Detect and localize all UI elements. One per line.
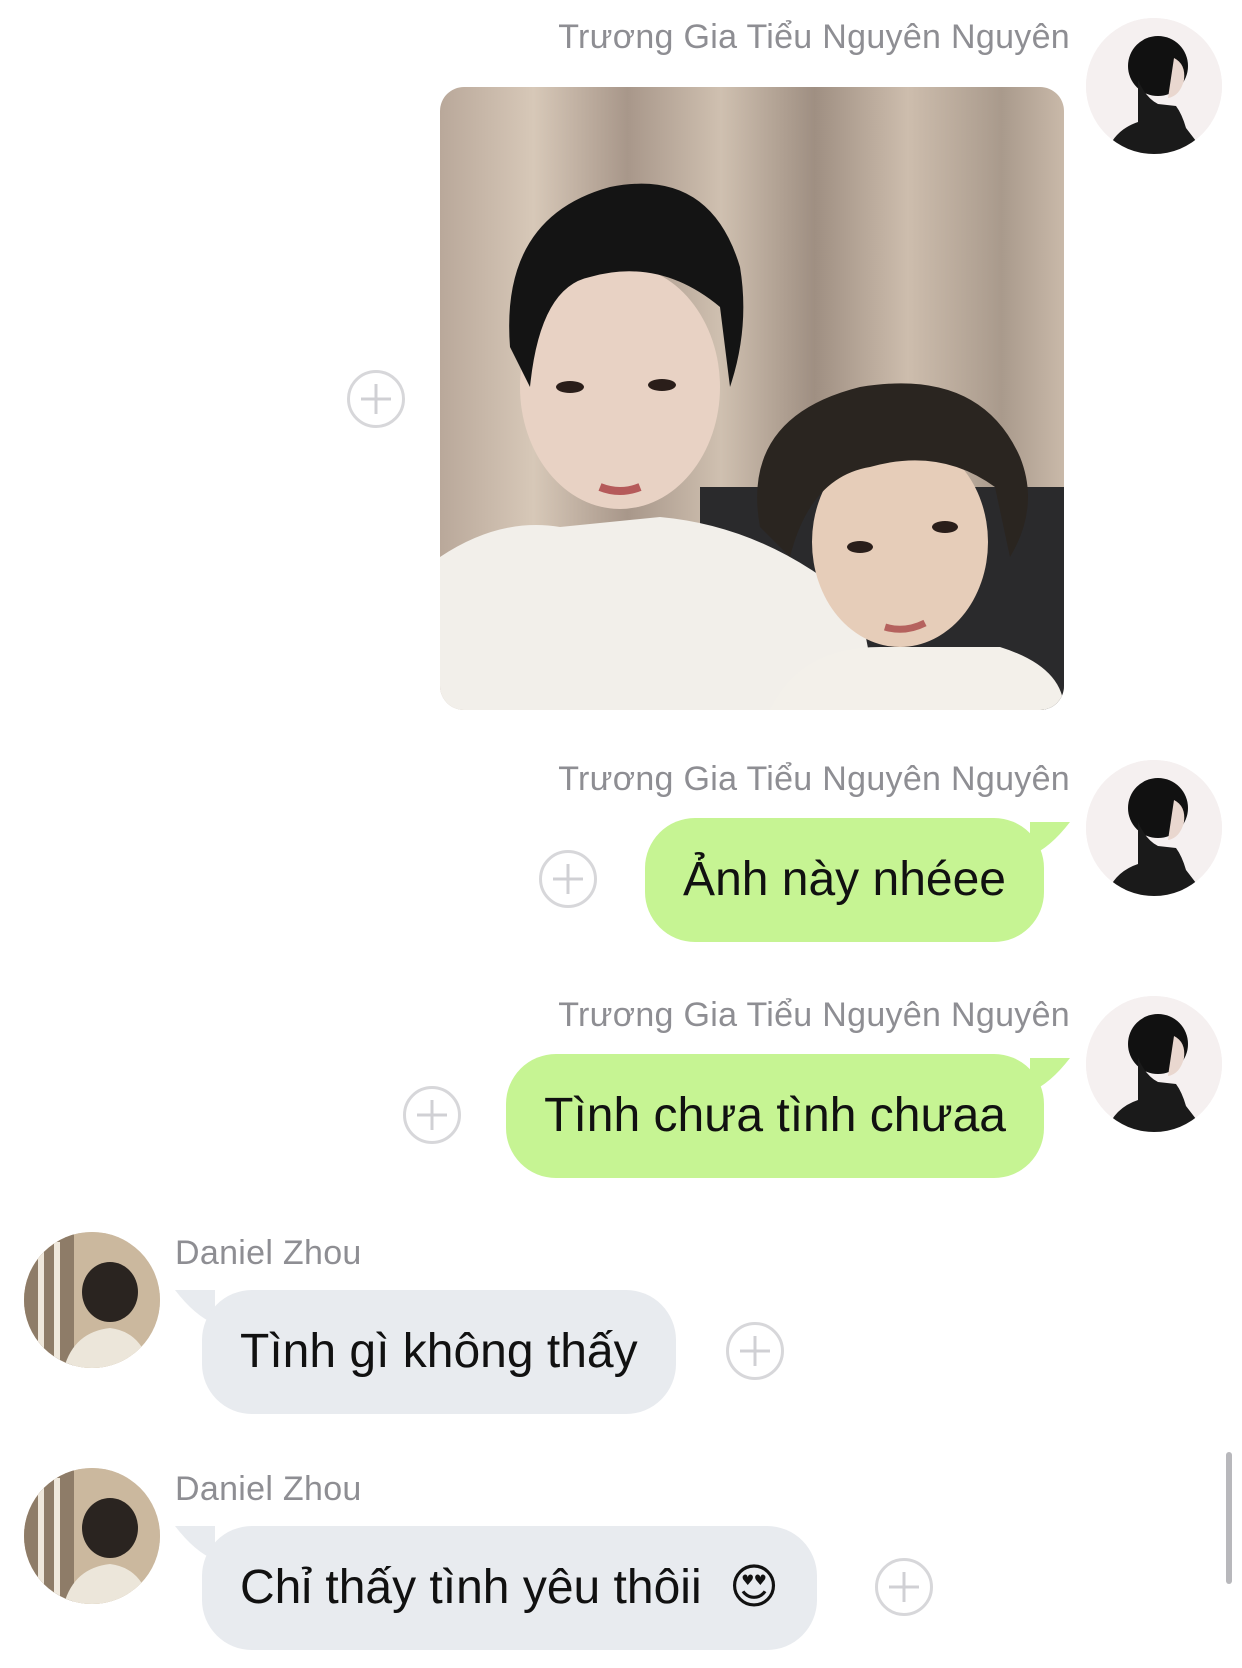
- message-bubble[interactable]: Chỉ thấy tình yêu thôii 😍: [202, 1526, 817, 1650]
- add-reaction-icon[interactable]: [875, 1558, 933, 1616]
- add-reaction-icon[interactable]: [403, 1086, 461, 1144]
- avatar-image: [24, 1232, 160, 1368]
- sender-name: Trương Gia Tiểu Nguyên Nguyên: [558, 760, 1070, 798]
- avatar[interactable]: [1086, 18, 1222, 154]
- avatar-image: [1086, 18, 1222, 154]
- avatar[interactable]: [1086, 760, 1222, 896]
- message-bubble[interactable]: Tình gì không thấy: [202, 1290, 676, 1414]
- heart-eyes-emoji: 😍: [728, 1561, 779, 1614]
- sender-name: Daniel Zhou: [175, 1234, 362, 1272]
- sender-name: Trương Gia Tiểu Nguyên Nguyên: [558, 18, 1070, 56]
- message-text: Chỉ thấy tình yêu thôii: [240, 1561, 702, 1614]
- add-reaction-icon[interactable]: [726, 1322, 784, 1380]
- message-bubble[interactable]: Tình chưa tình chưaa: [506, 1054, 1044, 1178]
- message-bubble[interactable]: Ảnh này nhéee: [645, 818, 1044, 942]
- sender-name: Trương Gia Tiểu Nguyên Nguyên: [558, 996, 1070, 1034]
- avatar-image: [1086, 760, 1222, 896]
- chat-photo[interactable]: [440, 87, 1064, 710]
- add-reaction-icon[interactable]: [347, 370, 405, 428]
- avatar[interactable]: [24, 1232, 160, 1368]
- avatar[interactable]: [24, 1468, 160, 1604]
- add-reaction-icon[interactable]: [539, 850, 597, 908]
- sender-name: Daniel Zhou: [175, 1470, 362, 1508]
- avatar-image: [1086, 996, 1222, 1132]
- avatar-image: [24, 1468, 160, 1604]
- scrollbar[interactable]: [1226, 1452, 1232, 1584]
- photo-image: [440, 87, 1064, 710]
- avatar[interactable]: [1086, 996, 1222, 1132]
